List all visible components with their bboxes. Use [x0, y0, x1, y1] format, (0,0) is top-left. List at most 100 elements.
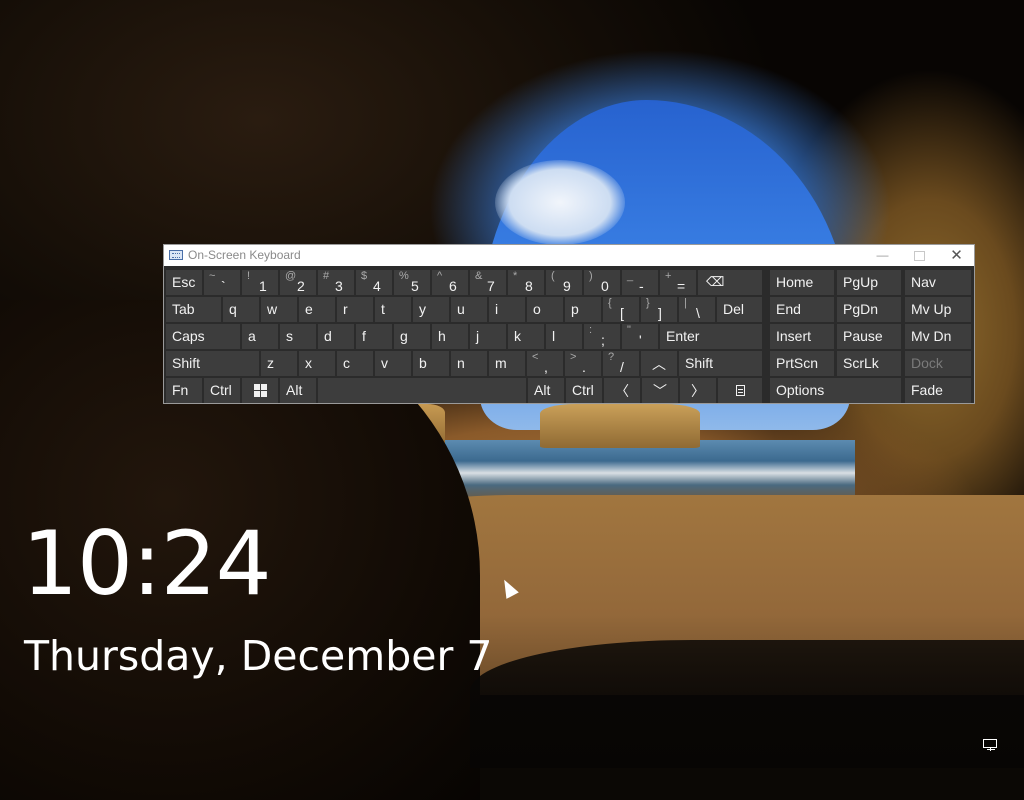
key-0[interactable]: ) 0 [584, 270, 620, 295]
key-label: Ctrl [572, 382, 594, 398]
key-menu[interactable] [718, 378, 762, 403]
key-v[interactable]: v [375, 351, 411, 376]
key-pgup[interactable]: PgUp [837, 270, 901, 295]
key-down-arrow[interactable]: ﹀ [642, 378, 678, 403]
network-icon[interactable] [983, 739, 999, 753]
key-c[interactable]: c [337, 351, 373, 376]
key-grave[interactable]: ~ ` [204, 270, 240, 295]
key-9[interactable]: (9 [546, 270, 582, 295]
key-caps[interactable]: Caps [166, 324, 240, 349]
key-semicolon[interactable]: :; [584, 324, 620, 349]
key-h[interactable]: h [432, 324, 468, 349]
key-shift-label: | [684, 297, 687, 309]
key-ctrl-left[interactable]: Ctrl [204, 378, 240, 403]
key-esc[interactable]: Esc [166, 270, 202, 295]
key-alt-left[interactable]: Alt [280, 378, 316, 403]
minimize-button[interactable]: — [864, 245, 901, 266]
key-e[interactable]: e [299, 297, 335, 322]
on-screen-keyboard-window[interactable]: On-Screen Keyboard — ✕ Esc ~ ` ! 1 @2 #3 $… [163, 244, 975, 404]
key-b[interactable]: b [413, 351, 449, 376]
key-fade[interactable]: Fade [905, 378, 971, 403]
key-shift-right[interactable]: Shift [679, 351, 762, 376]
key-d[interactable]: d [318, 324, 354, 349]
key-label: s [286, 328, 293, 344]
key-r[interactable]: r [337, 297, 373, 322]
key-shift-left[interactable]: Shift [166, 351, 259, 376]
key-f[interactable]: f [356, 324, 392, 349]
key-j[interactable]: j [470, 324, 506, 349]
key-mv-up[interactable]: Mv Up [905, 297, 971, 322]
key-w[interactable]: w [261, 297, 297, 322]
key-fn[interactable]: Fn [166, 378, 202, 403]
key-end[interactable]: End [770, 297, 834, 322]
key-4[interactable]: $4 [356, 270, 392, 295]
key-5[interactable]: % 5 [394, 270, 430, 295]
key-home[interactable]: Home [770, 270, 834, 295]
key-y[interactable]: y [413, 297, 449, 322]
key-pgdn[interactable]: PgDn [837, 297, 901, 322]
maximize-button[interactable] [901, 245, 938, 266]
key-q[interactable]: q [223, 297, 259, 322]
key-left-arrow[interactable]: 〈 [604, 378, 640, 403]
key-t[interactable]: t [375, 297, 411, 322]
key-label: u [457, 301, 465, 317]
key-left-bracket[interactable]: {[ [603, 297, 639, 322]
key-windows[interactable] [242, 378, 278, 403]
close-button[interactable]: ✕ [938, 245, 975, 266]
key-shift-label: < [532, 351, 539, 363]
key-a[interactable]: a [242, 324, 278, 349]
key-7[interactable]: & 7 [470, 270, 506, 295]
key-tab[interactable]: Tab [166, 297, 221, 322]
key-u[interactable]: u [451, 297, 487, 322]
key-label: Esc [172, 274, 196, 290]
key-ctrl-right[interactable]: Ctrl [566, 378, 602, 403]
key-pause[interactable]: Pause [837, 324, 901, 349]
key-quote[interactable]: " ' [622, 324, 658, 349]
key-label: g [400, 328, 408, 344]
key-3[interactable]: #3 [318, 270, 354, 295]
key-label: h [438, 328, 446, 344]
key-g[interactable]: g [394, 324, 430, 349]
key-m[interactable]: m [489, 351, 525, 376]
key-shift-label: * [513, 270, 518, 282]
key-right-bracket[interactable]: }] [641, 297, 677, 322]
key-n[interactable]: n [451, 351, 487, 376]
key-minus[interactable]: _ - [622, 270, 658, 295]
key-i[interactable]: i [489, 297, 525, 322]
key-equals[interactable]: + = [660, 270, 696, 295]
options-button[interactable]: Options [770, 378, 901, 403]
wallpaper-cloud [495, 160, 625, 245]
key-2[interactable]: @2 [280, 270, 316, 295]
key-o[interactable]: o [527, 297, 563, 322]
key-enter[interactable]: Enter [660, 324, 762, 349]
key-1[interactable]: ! 1 [242, 270, 278, 295]
key-x[interactable]: x [299, 351, 335, 376]
key-prtscn[interactable]: PrtScn [770, 351, 834, 376]
key-backspace[interactable]: ⌫ [698, 270, 762, 295]
key-up-arrow[interactable]: ︿ [641, 351, 677, 376]
key-slash[interactable]: ? / [603, 351, 639, 376]
key-mv-dn[interactable]: Mv Dn [905, 324, 971, 349]
key-alt-right[interactable]: Alt [528, 378, 564, 403]
key-6[interactable]: ^ 6 [432, 270, 468, 295]
key-period[interactable]: >. [565, 351, 601, 376]
key-k[interactable]: k [508, 324, 544, 349]
key-insert[interactable]: Insert [770, 324, 834, 349]
key-s[interactable]: s [280, 324, 316, 349]
key-del[interactable]: Del [717, 297, 762, 322]
key-scrlk[interactable]: ScrLk [837, 351, 901, 376]
key-label: 3 [335, 278, 343, 294]
key-space[interactable] [318, 378, 526, 403]
key-label: Shift [172, 355, 201, 371]
key-backslash[interactable]: | \ [679, 297, 715, 322]
key-right-arrow[interactable]: 〉 [680, 378, 716, 403]
key-z[interactable]: z [261, 351, 297, 376]
key-l[interactable]: l [546, 324, 582, 349]
title-bar[interactable]: On-Screen Keyboard — ✕ [164, 245, 974, 266]
key-comma[interactable]: <, [527, 351, 563, 376]
key-nav[interactable]: Nav [905, 270, 971, 295]
key-label: 0 [601, 278, 609, 294]
key-p[interactable]: p [565, 297, 601, 322]
key-label: Home [776, 274, 814, 290]
key-8[interactable]: * 8 [508, 270, 544, 295]
